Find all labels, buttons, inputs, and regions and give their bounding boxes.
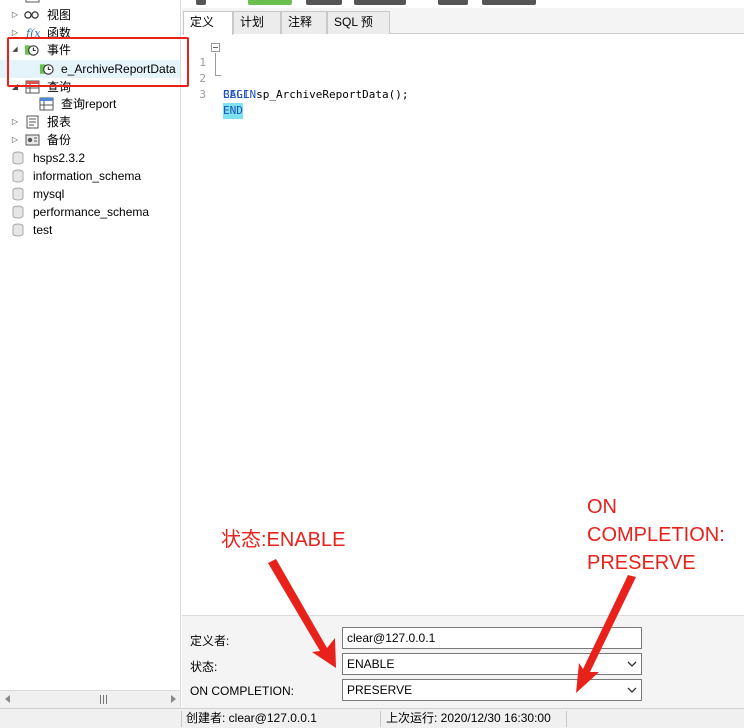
tab-schedule[interactable]: 计划 <box>233 11 281 34</box>
status-separator <box>380 711 381 727</box>
tab-definition[interactable]: 定义 <box>183 11 233 35</box>
view-icon <box>24 11 39 19</box>
on-completion-select[interactable]: PRESERVE <box>342 679 642 701</box>
scroll-left-icon[interactable] <box>5 695 10 703</box>
tree-horizontal-scrollbar[interactable] <box>0 690 180 708</box>
tree-item-label: information_schema <box>33 169 142 183</box>
database-icon <box>12 223 24 237</box>
toolbar-partial <box>182 0 744 8</box>
tree-item-label: performance_schema <box>33 205 150 219</box>
scrollbar-grip-icon[interactable] <box>100 695 107 704</box>
tree-item-label: 报表 <box>47 115 72 129</box>
query-item-icon <box>39 97 54 111</box>
definer-label: 定义者: <box>190 634 230 648</box>
toolbar-icon[interactable] <box>482 0 536 5</box>
toolbar-icon[interactable] <box>438 0 468 5</box>
tab-label: 定义 <box>190 15 215 29</box>
code-text: CALL sp_ArchiveReportData(); <box>223 87 408 103</box>
status-creator: 创建者: clear@127.0.0.1 <box>186 711 317 725</box>
toolbar-icon[interactable] <box>248 0 292 5</box>
annotation-completion-1: ON <box>587 496 617 518</box>
on-completion-label: ON COMPLETION: <box>190 684 295 698</box>
status-separator <box>566 711 567 727</box>
tree-item-views[interactable]: ▷ 视图 <box>0 6 180 24</box>
tree-item-label: hsps2.3.2 <box>33 151 86 165</box>
status-select[interactable]: ENABLE <box>342 653 642 675</box>
annotation-status: 状态:ENABLE <box>221 529 346 551</box>
report-icon <box>26 115 39 129</box>
tree-item-reports[interactable]: ▷ 报表 <box>0 113 180 131</box>
event-properties: 定义者: clear@127.0.0.1 状态: ENABLE ON COMPL… <box>182 615 744 708</box>
annotation-highlight-box <box>7 37 189 87</box>
expand-arrow-icon[interactable]: ▷ <box>10 131 20 149</box>
editor-tabs: 定义 计划 注释 SQL 预览 <box>182 8 744 50</box>
status-value: ENABLE <box>347 657 395 671</box>
expand-arrow-icon[interactable]: ▷ <box>10 6 20 24</box>
tree-item-database[interactable]: mysql <box>0 185 180 203</box>
status-separator <box>181 711 182 727</box>
annotation-completion-2: COMPLETION: <box>587 524 725 546</box>
code-call: sp_ArchiveReportData(); <box>249 88 409 101</box>
code-text: END <box>223 103 243 119</box>
tab-sql-preview[interactable]: SQL 预览 <box>327 11 390 50</box>
tree-item-database[interactable]: information_schema <box>0 167 180 185</box>
tab-label: 注释 <box>288 15 313 29</box>
chevron-down-icon[interactable] <box>627 684 637 696</box>
code-line[interactable]: 3 END <box>182 71 744 119</box>
tree-item-label: 备份 <box>47 133 72 147</box>
database-icon <box>12 187 24 201</box>
definer-value: clear@127.0.0.1 <box>347 631 436 645</box>
on-completion-value: PRESERVE <box>347 683 413 697</box>
toolbar-icon[interactable] <box>306 0 342 5</box>
table-icon <box>25 0 40 3</box>
database-icon <box>12 151 24 165</box>
tab-label: 计划 <box>240 15 265 29</box>
tree-item-query-report[interactable]: 查询report <box>0 95 180 113</box>
toolbar-icon[interactable] <box>354 0 406 5</box>
tree-item-backups[interactable]: ▷ 备份 <box>0 131 180 149</box>
code-keyword: CALL <box>223 88 250 101</box>
object-tree: ▷ ▷ 视图 ▷ f(x) 函数 ◢ 事件 <box>0 0 181 708</box>
tree-item-label: 视图 <box>47 8 72 22</box>
chevron-down-icon[interactable] <box>627 658 637 670</box>
tree-item-database[interactable]: performance_schema <box>0 203 180 221</box>
tab-comment[interactable]: 注释 <box>281 11 327 34</box>
backup-icon <box>25 134 40 146</box>
status-last-run: 上次运行: 2020/12/30 16:30:00 <box>386 711 551 725</box>
tree-item-database[interactable]: hsps2.3.2 <box>0 149 180 167</box>
scroll-right-icon[interactable] <box>171 695 176 703</box>
tree-item-label: test <box>33 223 53 237</box>
line-number: 3 <box>199 88 206 101</box>
status-label: 状态: <box>190 660 218 674</box>
code-line[interactable]: 1 BEGIN <box>182 39 744 101</box>
definer-input[interactable]: clear@127.0.0.1 <box>342 627 642 649</box>
toolbar-icon[interactable] <box>196 0 206 5</box>
annotation-completion-3: PRESERVE <box>587 552 696 574</box>
tree-item-label: mysql <box>33 187 65 201</box>
database-icon <box>12 169 24 183</box>
fold-toggle-icon[interactable] <box>211 43 220 52</box>
tree-item-label: 查询report <box>61 97 117 111</box>
expand-arrow-icon[interactable]: ▷ <box>10 113 20 131</box>
database-icon <box>12 205 24 219</box>
tree-item-database[interactable]: test <box>0 221 180 239</box>
status-bar: 创建者: clear@127.0.0.1 上次运行: 2020/12/30 16… <box>0 708 744 728</box>
code-line[interactable]: 2 CALL sp_ArchiveReportData(); <box>182 55 744 101</box>
